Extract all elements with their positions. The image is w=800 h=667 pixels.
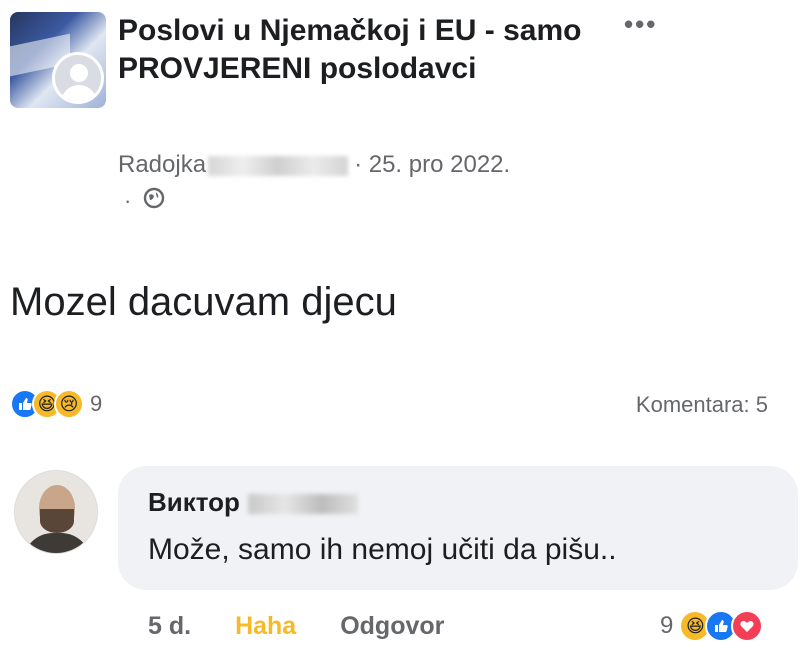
post-reactions[interactable]: 😆 😢 9 <box>10 388 102 420</box>
comment-reactions[interactable]: 9 😆 <box>660 608 764 644</box>
commenter-avatar[interactable] <box>14 470 98 554</box>
privacy-row: · <box>124 186 165 217</box>
haha-button[interactable]: Haha <box>235 612 296 641</box>
post-date[interactable]: 25. pro 2022. <box>369 151 510 178</box>
comment-time[interactable]: 5 d. <box>148 612 191 641</box>
comment-actions: 5 d. Haha Odgovor <box>148 612 444 641</box>
post-meta: Radojka · 25. pro 2022. <box>118 150 510 180</box>
privacy-separator: · <box>124 188 132 213</box>
group-name[interactable]: Poslovi u Njemačkoj i EU - samo PROVJERE… <box>118 12 588 88</box>
reaction-count[interactable]: 9 <box>90 391 102 417</box>
comments-count[interactable]: Komentara: 5 <box>636 392 768 418</box>
sad-reaction-icon: 😢 <box>54 389 84 419</box>
redacted-name <box>208 155 349 176</box>
globe-icon <box>143 187 165 217</box>
reply-button[interactable]: Odgovor <box>340 612 444 641</box>
more-options-icon[interactable]: ••• <box>624 11 657 37</box>
comment-reaction-count: 9 <box>660 612 674 639</box>
author-avatar[interactable] <box>52 52 104 104</box>
comment-bubble: Виктор Može, samo ih nemoj učiti da pišu… <box>118 466 798 590</box>
meta-separator: · <box>354 151 363 178</box>
comment-text: Može, samo ih nemoj učiti da pišu.. <box>148 533 617 566</box>
post-author[interactable]: Radojka <box>118 151 206 178</box>
redacted-surname <box>247 494 358 515</box>
post-text: Mozel dacuvam djecu <box>10 280 397 324</box>
comment-author-name[interactable]: Виктор <box>148 487 240 517</box>
comment-author[interactable]: Виктор <box>148 486 358 518</box>
love-reaction-icon <box>731 610 764 642</box>
